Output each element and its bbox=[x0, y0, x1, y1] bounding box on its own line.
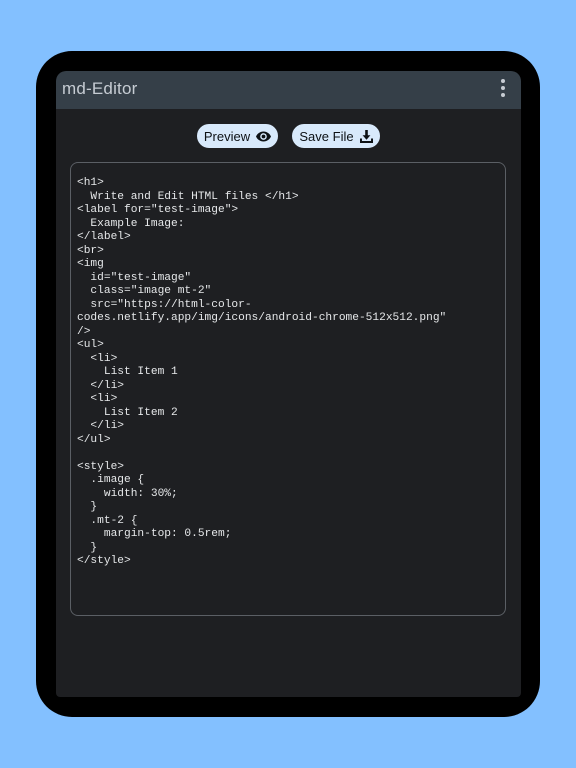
toolbar: Preview Save File bbox=[56, 124, 521, 148]
app-bar: md-Editor bbox=[56, 71, 521, 109]
more-menu-button[interactable] bbox=[497, 79, 509, 99]
tablet-frame: md-Editor Preview Save File <h1> Write a… bbox=[36, 51, 540, 717]
more-vert-icon bbox=[501, 79, 505, 83]
more-vert-icon bbox=[501, 86, 505, 90]
code-editor[interactable]: <h1> Write and Edit HTML files </h1> <la… bbox=[70, 162, 506, 616]
eye-icon bbox=[256, 131, 272, 141]
save-file-button-label: Save File bbox=[299, 128, 354, 144]
preview-button[interactable]: Preview bbox=[197, 124, 278, 148]
save-file-button[interactable]: Save File bbox=[292, 124, 380, 148]
download-icon bbox=[359, 129, 373, 143]
more-vert-icon bbox=[501, 93, 505, 97]
app-screen: md-Editor Preview Save File <h1> Write a… bbox=[56, 71, 521, 697]
code-editor-content[interactable]: <h1> Write and Edit HTML files </h1> <la… bbox=[77, 177, 446, 569]
preview-button-label: Preview bbox=[203, 128, 251, 144]
app-title: md-Editor bbox=[62, 79, 138, 98]
